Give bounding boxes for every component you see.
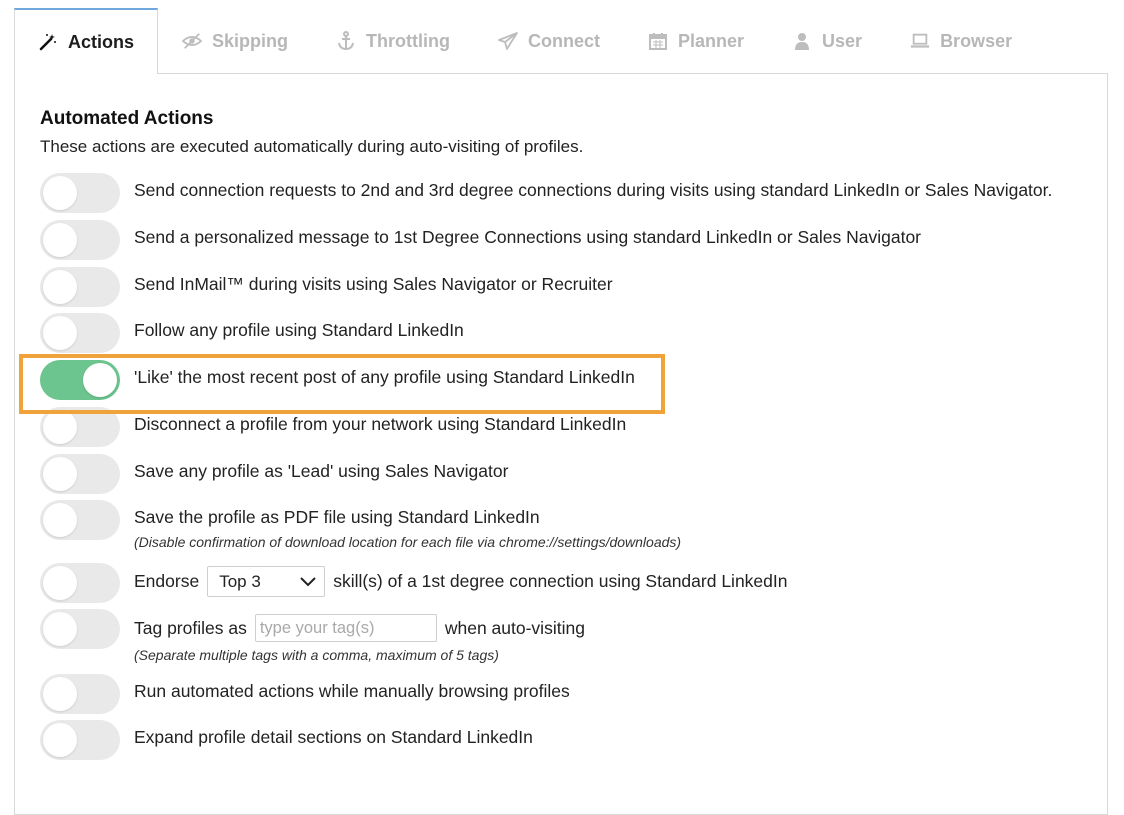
tag-label-pre: Tag profiles as [134,617,247,638]
anchor-icon [336,31,356,51]
toggle-endorse[interactable] [40,563,120,603]
toggle-disconnect[interactable] [40,407,120,447]
action-label: Send InMail™ during visits using Sales N… [134,274,613,294]
tab-label: User [822,30,863,51]
tag-input[interactable] [254,614,437,642]
toggle-connection-requests[interactable] [40,173,120,213]
endorse-count-select[interactable]: Top 3 [207,566,326,597]
tab-throttling[interactable]: Throttling [312,8,474,74]
toggle-save-lead[interactable] [40,454,120,494]
tab-planner[interactable]: Planner [624,8,768,74]
action-label: Save the profile as PDF file using Stand… [134,507,540,527]
toggle-manual-browsing[interactable] [40,674,120,714]
toggle-knob [43,457,77,491]
action-label: 'Like' the most recent post of any profi… [134,367,635,387]
toggle-knob [43,270,77,304]
tab-user[interactable]: User [768,8,886,74]
action-label: Disconnect a profile from your network u… [134,414,627,434]
action-note: (Separate multiple tags with a comma, ma… [134,647,499,663]
toggle-save-pdf[interactable] [40,500,120,540]
tab-bar: Actions Skipping Throttling Connect Plan… [14,8,1106,74]
tab-actions[interactable]: Actions [14,8,159,74]
endorse-label-post: skill(s) of a 1st degree connection usin… [333,571,788,591]
tab-label: Browser [940,30,1013,51]
tab-browser[interactable]: Browser [886,8,1036,74]
toggle-knob [43,612,77,646]
tab-skipping[interactable]: Skipping [158,8,312,74]
user-icon [792,31,812,51]
tab-label: Planner [678,30,745,51]
action-label: Save any profile as 'Lead' using Sales N… [134,461,509,481]
toggle-knob [43,723,77,757]
toggle-knob [43,223,77,257]
endorse-count-value: Top 3 [219,571,261,591]
toggle-inmail[interactable] [40,267,120,307]
toggle-knob [43,410,77,444]
action-label: Tag profiles as when auto-visiting [134,614,585,642]
toggle-knob [43,677,77,711]
action-label: Follow any profile using Standard Linked… [134,320,464,340]
magic-wand-icon [38,32,58,52]
tag-label-post: when auto-visiting [444,617,585,638]
tab-label: Skipping [212,30,289,51]
section-subtitle: These actions are executed automatically… [40,137,584,156]
toggle-expand-sections[interactable] [40,720,120,760]
endorse-label-pre: Endorse [134,571,200,591]
action-label: Send connection requests to 2nd and 3rd … [134,180,1053,200]
action-label: Expand profile detail sections on Standa… [134,727,533,747]
toggle-personalized-message[interactable] [40,220,120,260]
tab-label: Connect [528,30,600,51]
section-title: Automated Actions [40,108,214,129]
action-label: Endorse Top 3 skill(s) of a 1st degree c… [134,566,788,597]
tab-label: Actions [68,31,135,52]
laptop-icon [910,31,930,51]
toggle-follow[interactable] [40,313,120,353]
eye-slash-icon [182,31,203,51]
action-note: (Disable confirmation of download locati… [134,534,682,550]
toggle-knob [43,316,77,350]
toggle-knob [43,176,77,210]
action-label: Send a personalized message to 1st Degre… [134,227,922,247]
paper-plane-icon [498,31,518,51]
toggle-like-post[interactable] [40,360,120,400]
toggle-knob [43,503,77,537]
calendar-icon [648,31,668,51]
tab-label: Throttling [366,30,450,51]
tab-connect[interactable]: Connect [474,8,624,74]
toggle-tag-profiles[interactable] [40,609,120,649]
toggle-knob [43,566,77,600]
chevron-down-icon [300,572,316,592]
toggle-knob [83,363,117,397]
action-label: Run automated actions while manually bro… [134,681,570,701]
